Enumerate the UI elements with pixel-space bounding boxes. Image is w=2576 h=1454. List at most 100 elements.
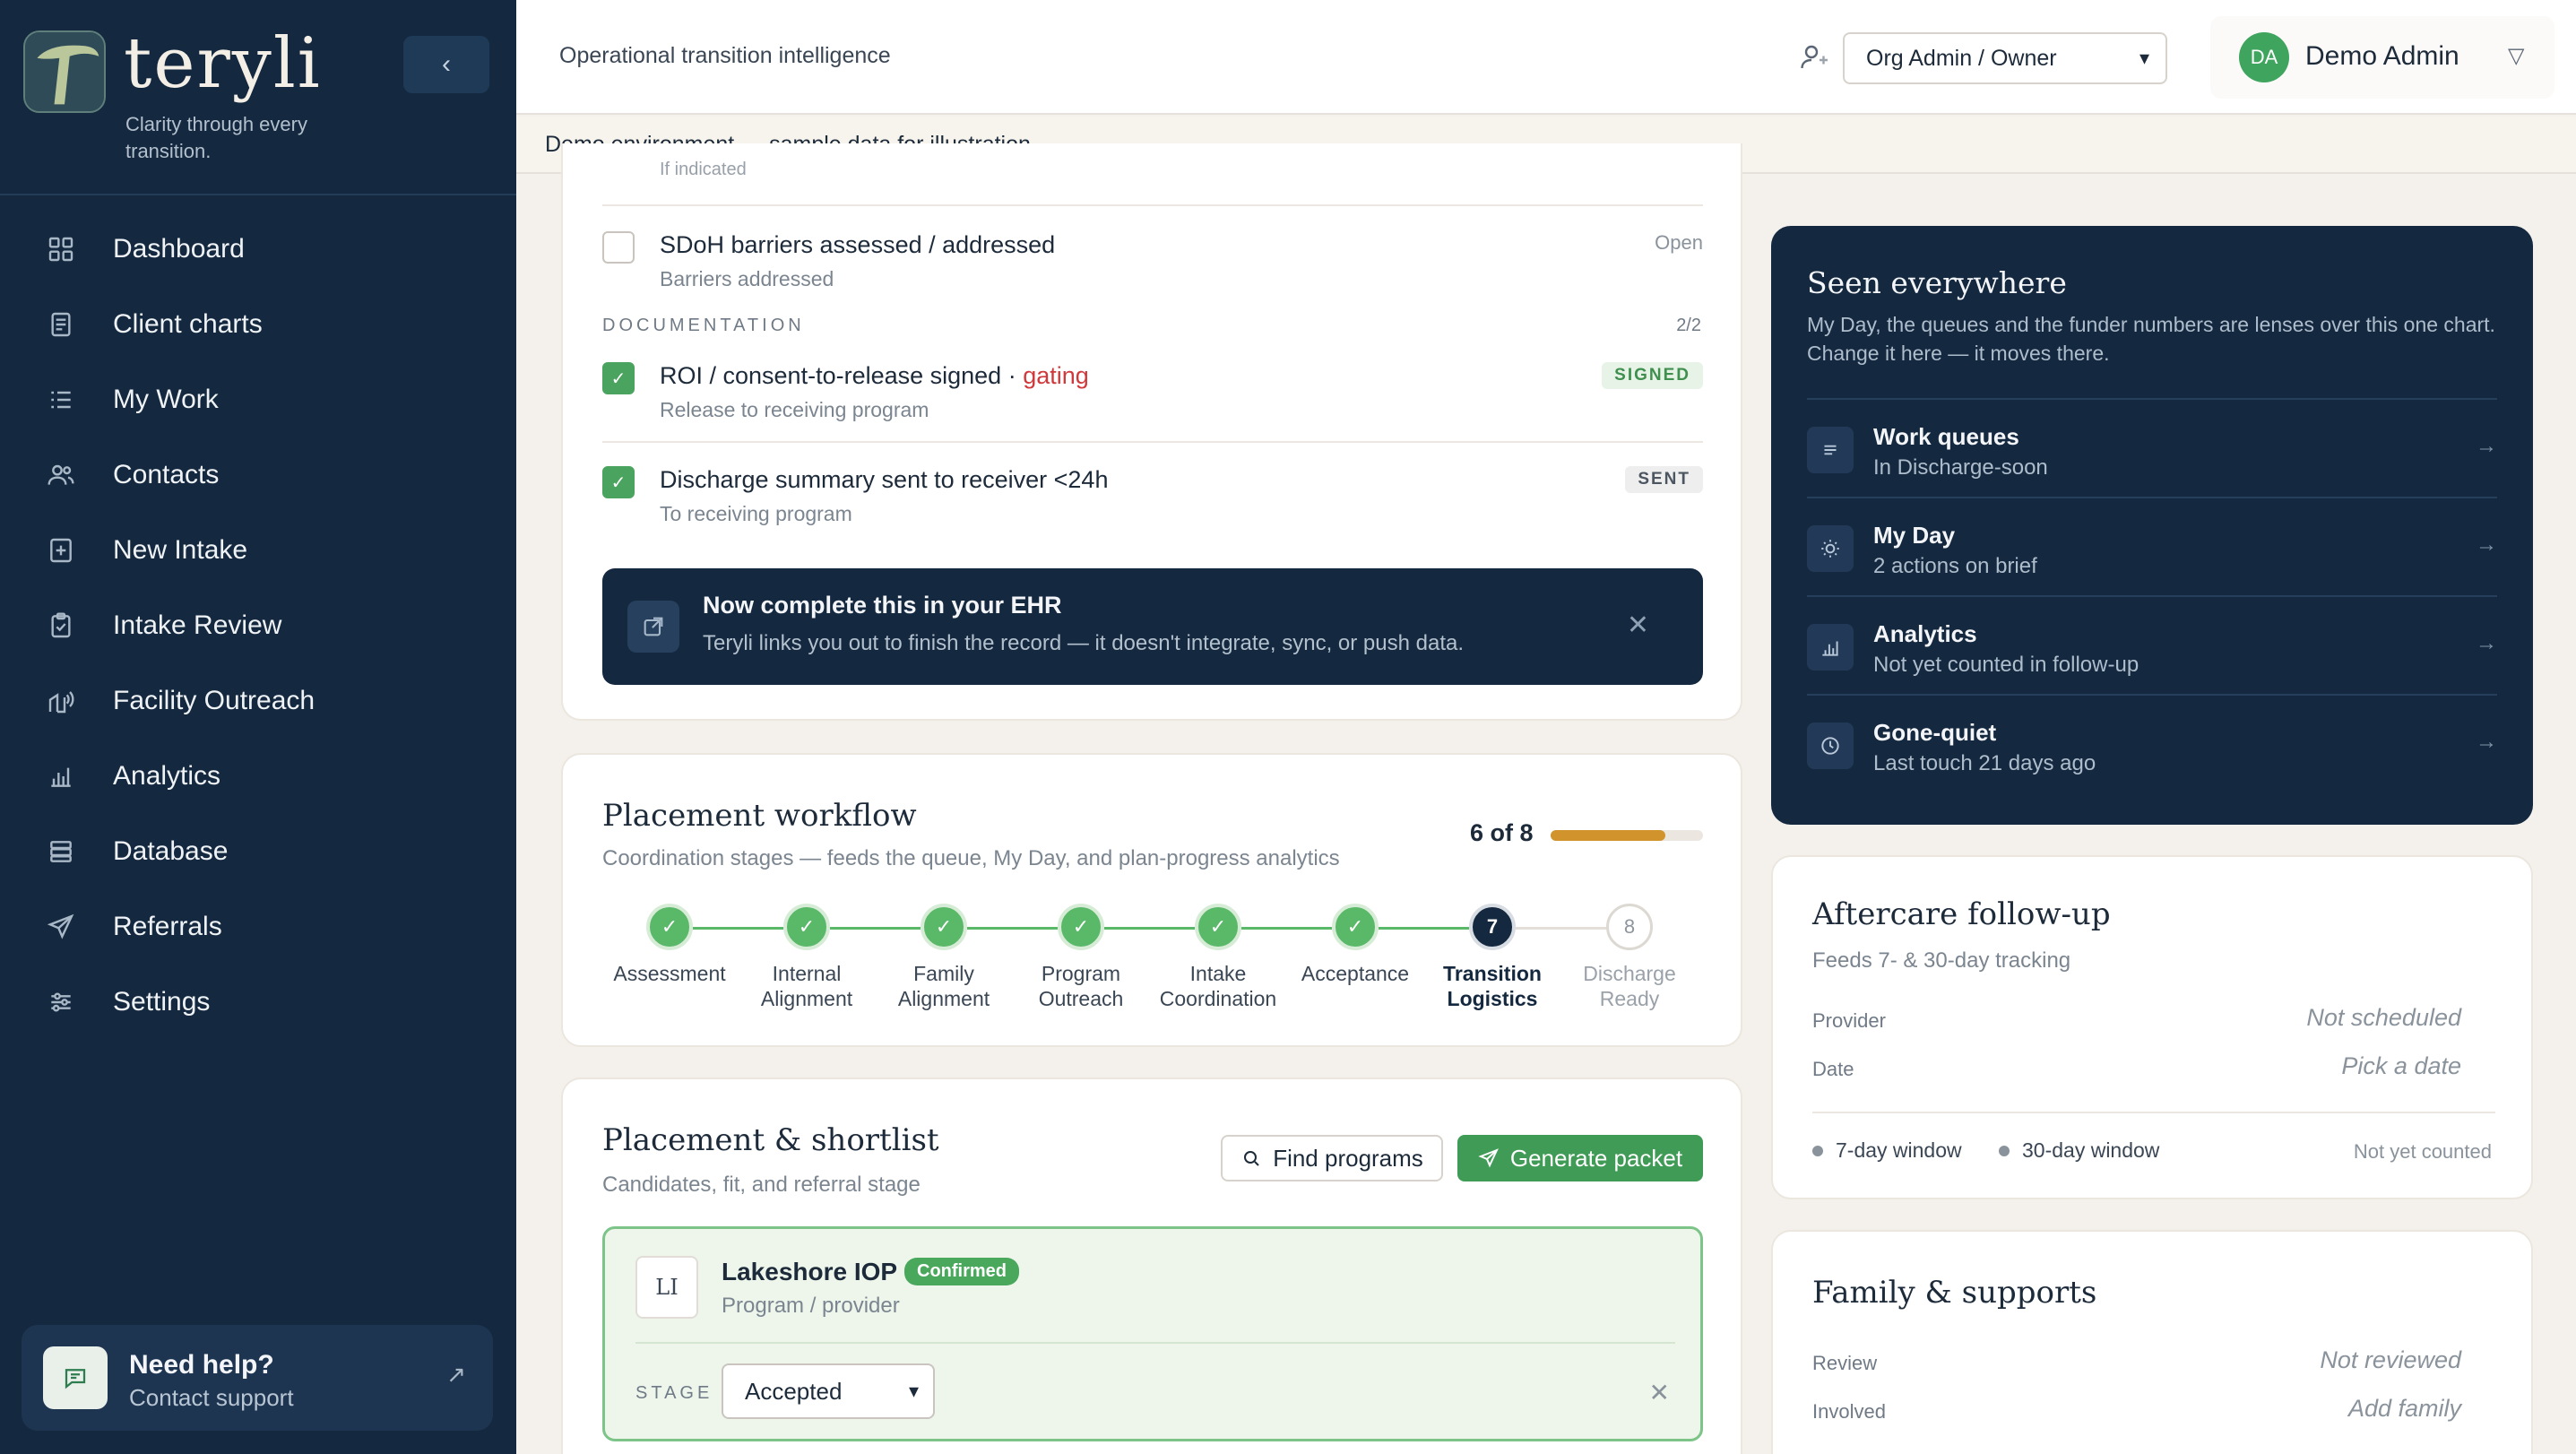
candidate-subtitle: Program / provider <box>722 1294 900 1318</box>
role-select[interactable]: Org Admin / Owner ▾ <box>1843 32 2167 84</box>
stage-select-value: Accepted <box>745 1377 843 1405</box>
sidebar-item-facility-outreach[interactable]: Facility Outreach <box>0 663 516 739</box>
lens-item-analytics[interactable]: Analytics Not yet counted in follow-up → <box>1807 595 2497 694</box>
step-number: 7 <box>1469 904 1516 950</box>
bar-chart-icon <box>45 760 77 792</box>
date-picker[interactable]: Pick a date <box>2341 1052 2461 1080</box>
outreach-icon <box>45 685 77 717</box>
ehr-notice: Now complete this in your EHR Teryli lin… <box>602 568 1703 685</box>
contact-support-link[interactable]: Contact support <box>129 1384 294 1412</box>
stage-select[interactable]: Accepted ▾ <box>722 1363 935 1419</box>
sidebar-item-settings[interactable]: Settings <box>0 965 516 1040</box>
teryli-logo[interactable] <box>23 30 106 113</box>
sidebar-item-dashboard[interactable]: Dashboard <box>0 212 516 287</box>
workflow-stepper: ✓ Assessment ✓ Internal Alignment ✓ Family Al… <box>602 898 1703 1033</box>
thirty-day-window: 30-day window <box>1999 1138 2159 1163</box>
step-label: Intake Coordination <box>1159 962 1277 1010</box>
lens-item-my-day[interactable]: My Day 2 actions on brief → <box>1807 497 2497 595</box>
sidebar-item-new-intake[interactable]: New Intake <box>0 513 516 588</box>
queue-icon <box>1807 427 1854 473</box>
list-icon <box>45 384 77 416</box>
provider-label: Provider <box>1812 1009 1886 1032</box>
progress-bar-fill <box>1551 830 1665 841</box>
step-label: Acceptance <box>1301 962 1410 985</box>
sidebar-item-label: Contacts <box>113 460 220 489</box>
item-title: SDoH barriers assessed / addressed <box>660 231 1056 258</box>
help-card[interactable]: Need help? Contact support ↗ <box>22 1325 493 1431</box>
plus-square-icon <box>45 534 77 567</box>
workflow-step[interactable]: ✓ Family Alignment <box>877 898 1011 1011</box>
sidebar-item-client-charts[interactable]: Client charts <box>0 287 516 362</box>
roi-checkbox[interactable]: ✓ <box>602 362 635 394</box>
lens-name: Gone-quiet <box>1873 719 1997 746</box>
document-icon <box>45 308 77 341</box>
arrow-right-icon: → <box>2476 631 2497 655</box>
seen-everywhere-card: Seen everywhere My Day, the queues and t… <box>1771 226 2533 825</box>
placement-shortlist-card: Placement & shortlist Candidates, fit, a… <box>561 1078 1742 1454</box>
discharge-checkbox[interactable]: ✓ <box>602 466 635 498</box>
sidebar-item-database[interactable]: Database <box>0 814 516 889</box>
stage-label: STAGE <box>635 1383 713 1403</box>
sdoh-checkbox[interactable] <box>602 231 635 264</box>
help-title: Need help? <box>129 1350 274 1380</box>
workflow-step[interactable]: 7 Transition Logistics <box>1425 898 1560 1011</box>
sidebar-item-contacts[interactable]: Contacts <box>0 437 516 513</box>
candidate-name[interactable]: Lakeshore IOP <box>722 1258 897 1286</box>
brand-name: teryli <box>124 23 322 104</box>
workflow-step[interactable]: ✓ Acceptance <box>1288 898 1422 986</box>
divider <box>602 204 1703 206</box>
check-icon: ✓ <box>921 904 967 950</box>
workflow-step[interactable]: 8 Discharge Ready <box>1562 898 1697 1011</box>
arrow-right-icon: → <box>2476 730 2497 754</box>
check-icon: ✓ <box>610 368 627 389</box>
user-menu[interactable]: DA Demo Admin ▽ <box>2210 16 2554 99</box>
workflow-step[interactable]: ✓ Assessment <box>602 898 737 986</box>
item-subtitle: To receiving program <box>660 502 852 525</box>
sidebar-item-label: My Work <box>113 385 219 414</box>
sidebar-item-label: Facility Outreach <box>113 686 316 715</box>
sidebar-nav: Dashboard Client charts My Work Contacts… <box>0 212 516 1040</box>
review-value[interactable]: Not reviewed <box>2320 1346 2461 1374</box>
ehr-notice-text: Teryli links you out to finish the recor… <box>703 631 1465 655</box>
status-badge: Confirmed <box>904 1258 1019 1285</box>
status-badge: SENT <box>1625 466 1703 493</box>
lens-name: My Day <box>1873 522 1956 549</box>
external-arrow-icon: ↗ <box>446 1361 466 1388</box>
top-bar: Operational transition intelligence Org … <box>516 0 2576 115</box>
arrow-right-icon: → <box>2476 434 2497 458</box>
brand-tagline: Clarity through every transition. <box>125 113 307 162</box>
sidebar-item-label: Intake Review <box>113 610 282 640</box>
user-role-icon <box>1801 45 1828 69</box>
lens-desc: Last touch 21 days ago <box>1873 751 2096 775</box>
placement-workflow-card: Placement workflow Coordination stages —… <box>561 753 1742 1047</box>
remove-candidate-icon[interactable]: ✕ <box>1649 1378 1670 1407</box>
lens-item-gone-quiet[interactable]: Gone-quiet Last touch 21 days ago → <box>1807 694 2497 792</box>
divider <box>602 441 1703 443</box>
provider-value[interactable]: Not scheduled <box>2306 1004 2461 1032</box>
chevron-down-icon: ▾ <box>908 1380 919 1402</box>
step-label: Program Outreach <box>1038 962 1124 1010</box>
card-title: Aftercare follow-up <box>1812 896 2111 932</box>
lens-item-work-queues[interactable]: Work queues In Discharge-soon → <box>1807 398 2497 497</box>
find-programs-button[interactable]: Find programs <box>1221 1135 1443 1181</box>
lens-desc: 2 actions on brief <box>1873 554 2037 578</box>
sidebar-divider <box>0 194 516 195</box>
sidebar-item-label: Client charts <box>113 309 263 339</box>
status-badge: Open <box>1655 231 1703 254</box>
add-family-link[interactable]: Add family <box>2348 1395 2461 1423</box>
close-icon[interactable]: ✕ <box>1627 610 1649 641</box>
chevron-down-icon: ▽ <box>2508 44 2525 68</box>
workflow-step[interactable]: ✓ Intake Coordination <box>1151 898 1285 1011</box>
sidebar-item-intake-review[interactable]: Intake Review <box>0 588 516 663</box>
sidebar-item-referrals[interactable]: Referrals <box>0 889 516 965</box>
step-label: Transition Logistics <box>1443 962 1542 1010</box>
sidebar-item-my-work[interactable]: My Work <box>0 362 516 437</box>
chevron-left-icon: ‹ <box>442 49 451 79</box>
collapse-sidebar-button[interactable]: ‹ <box>403 36 489 93</box>
aftercare-card: Aftercare follow-up Feeds 7- & 30-day tr… <box>1771 855 2533 1199</box>
workflow-step[interactable]: ✓ Internal Alignment <box>739 898 874 1011</box>
sidebar-item-analytics[interactable]: Analytics <box>0 739 516 814</box>
workflow-step[interactable]: ✓ Program Outreach <box>1014 898 1148 1011</box>
generate-packet-button[interactable]: Generate packet <box>1457 1135 1703 1181</box>
card-subtitle: Feeds 7- & 30-day tracking <box>1812 948 2071 973</box>
